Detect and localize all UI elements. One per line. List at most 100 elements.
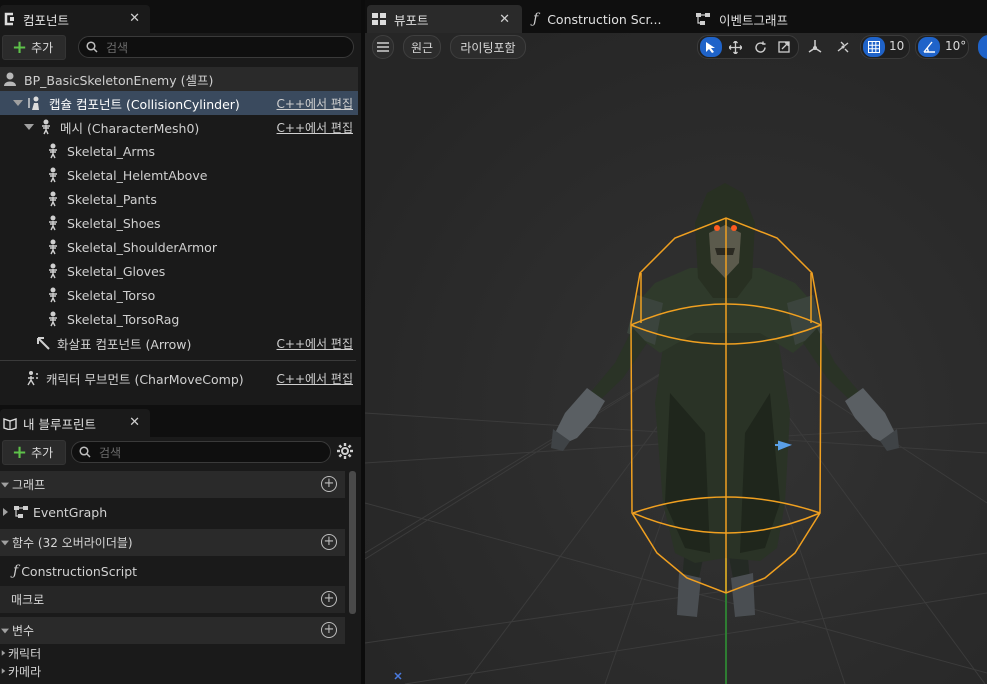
- grid-snap-group[interactable]: 10: [860, 35, 910, 59]
- gear-icon[interactable]: [336, 442, 354, 460]
- close-icon[interactable]: ✕: [129, 415, 140, 430]
- rotation-snap-group[interactable]: 10°: [915, 35, 969, 59]
- add-label: 추가: [31, 446, 54, 460]
- tree-item-child[interactable]: Skeletal_Gloves: [0, 259, 358, 283]
- list-item-var-category[interactable]: 카메라: [0, 663, 345, 679]
- world-local-toggle[interactable]: [804, 37, 826, 57]
- skeletal-mesh-icon: [49, 167, 57, 183]
- section-macros[interactable]: 매크로 +: [0, 586, 345, 613]
- tree-item-child[interactable]: Skeletal_Shoes: [0, 211, 358, 235]
- components-toolbar: + 추가 검색: [0, 33, 361, 61]
- tree-item-child[interactable]: Skeletal_ShoulderArmor: [0, 235, 358, 259]
- list-item-var-category[interactable]: 캐릭터: [0, 645, 345, 661]
- section-graph[interactable]: 그래프 +: [0, 471, 345, 498]
- components-tab-label: 컴포넌트: [23, 12, 70, 28]
- grid-icon: [868, 41, 880, 53]
- tree-item-child[interactable]: Skeletal_HelemtAbove: [0, 163, 358, 187]
- tree-item-movement[interactable]: 캐릭터 무브먼트 (CharMoveComp) C++에서 편집: [0, 366, 358, 390]
- edit-in-cpp-link[interactable]: C++에서 편집: [277, 95, 353, 112]
- child-label: Skeletal_ShoulderArmor: [67, 239, 217, 255]
- tab-my-blueprint[interactable]: 내 블루프린트 ✕: [0, 409, 150, 437]
- viewport-tab-label: 뷰포트: [394, 12, 429, 28]
- blueprint-tab-label: 내 블루프린트: [23, 416, 96, 432]
- expand-arrow-icon: [1, 628, 9, 633]
- function-icon: ƒ: [13, 563, 19, 579]
- tree-item-child[interactable]: Skeletal_Torso: [0, 283, 358, 307]
- viewport-options-button[interactable]: [372, 35, 394, 59]
- tree-item-mesh[interactable]: 메시 (CharacterMesh0) C++에서 편집: [0, 115, 358, 139]
- blueprint-search-input[interactable]: 검색: [71, 441, 331, 463]
- child-label: Skeletal_Torso: [67, 287, 156, 303]
- blueprint-tabbar: 내 블루프린트 ✕: [0, 405, 361, 437]
- add-component-button[interactable]: + 추가: [2, 35, 66, 60]
- rotate-tool-button[interactable]: [749, 37, 771, 57]
- movement-label: 캐릭터 무브먼트 (CharMoveComp): [46, 371, 244, 387]
- grid-snap-value: 10: [889, 39, 905, 53]
- var-category-label: 카메라: [8, 664, 42, 679]
- list-item-construction-script[interactable]: ƒ ConstructionScript: [0, 558, 345, 584]
- surface-snap-toggle[interactable]: [832, 37, 854, 57]
- add-macro-icon[interactable]: +: [321, 591, 337, 607]
- section-variables-label: 변수: [12, 624, 35, 638]
- move-icon: [728, 40, 742, 54]
- add-blueprint-item-button[interactable]: + 추가: [2, 440, 66, 465]
- list-item-event-graph[interactable]: EventGraph: [0, 499, 345, 525]
- skeletal-mesh-icon: [49, 215, 57, 231]
- close-icon[interactable]: ✕: [499, 12, 510, 27]
- section-variables[interactable]: 변수 +: [0, 617, 345, 644]
- scale-tool-button[interactable]: [773, 37, 795, 57]
- skeletal-mesh-icon: [49, 239, 57, 255]
- blueprint-toolbar: + 추가 검색: [0, 438, 361, 466]
- components-search-input[interactable]: 검색: [78, 36, 354, 58]
- skeletal-mesh-icon: [49, 287, 57, 303]
- rotation-snap-toggle[interactable]: [918, 37, 940, 57]
- move-tool-button[interactable]: [724, 37, 746, 57]
- scrollbar-thumb[interactable]: [349, 471, 356, 614]
- book-icon: [3, 416, 17, 431]
- child-label: Skeletal_Pants: [67, 191, 157, 207]
- edit-in-cpp-link[interactable]: C++에서 편집: [277, 335, 353, 352]
- capsule-component-icon: [28, 96, 39, 110]
- lighting-mode-button[interactable]: 라이팅포함: [450, 35, 526, 59]
- collapse-arrow-icon: [1, 650, 6, 656]
- expand-arrow-icon: [1, 540, 9, 545]
- search-icon: [79, 446, 91, 458]
- add-function-icon[interactable]: +: [321, 534, 337, 550]
- edit-in-cpp-link[interactable]: C++에서 편집: [277, 119, 353, 136]
- search-icon: [86, 41, 98, 53]
- add-graph-icon[interactable]: +: [321, 476, 337, 492]
- expand-arrow-icon: [13, 100, 23, 106]
- perspective-button[interactable]: 원근: [403, 35, 441, 59]
- tree-item-capsule[interactable]: 캡슐 컴포넌트 (CollisionCylinder) C++에서 편집: [0, 91, 358, 115]
- search-placeholder: 검색: [99, 445, 122, 460]
- scene-canvas[interactable]: [365, 33, 987, 684]
- tree-item-child[interactable]: Skeletal_Pants: [0, 187, 358, 211]
- tree-item-child[interactable]: Skeletal_TorsoRag: [0, 307, 358, 331]
- tree-item-arrow[interactable]: 화살표 컴포넌트 (Arrow) C++에서 편집: [0, 331, 358, 355]
- viewport-icon: [372, 13, 386, 25]
- movement-icon: [27, 371, 38, 386]
- tree-item-child[interactable]: Skeletal_Arms: [0, 139, 358, 163]
- edit-in-cpp-link[interactable]: C++에서 편집: [277, 370, 353, 387]
- components-icon: [3, 12, 17, 26]
- tab-components[interactable]: 컴포넌트 ✕: [0, 5, 150, 33]
- tab-construction-script[interactable]: ƒ Construction Scr...: [533, 5, 683, 33]
- child-label: Skeletal_Arms: [67, 143, 156, 159]
- child-label: Skeletal_TorsoRag: [67, 311, 180, 327]
- viewport-panel: 뷰포트 ✕ ƒ Construction Scr... 이벤트그래프 원근 라이…: [365, 0, 987, 684]
- tab-event-graph[interactable]: 이벤트그래프: [695, 5, 845, 33]
- close-icon[interactable]: ✕: [129, 11, 140, 26]
- tab-viewport[interactable]: 뷰포트 ✕: [367, 5, 522, 33]
- construction-tab-label: Construction Scr...: [547, 11, 662, 27]
- event-graph-tab-label: 이벤트그래프: [719, 12, 789, 28]
- skeletal-mesh-icon: [49, 263, 57, 279]
- tree-root[interactable]: BP_BasicSkeletonEnemy (셀프): [0, 67, 358, 91]
- add-variable-icon[interactable]: +: [321, 622, 337, 638]
- section-functions[interactable]: 함수 (32 오버라이더블) +: [0, 529, 345, 556]
- plus-icon: +: [12, 36, 28, 58]
- select-tool-button[interactable]: [700, 37, 722, 57]
- grid-snap-toggle[interactable]: [863, 37, 885, 57]
- section-macros-label: 매크로: [11, 593, 45, 607]
- event-graph-icon: [14, 506, 28, 518]
- skeletal-mesh-icon: [42, 119, 50, 135]
